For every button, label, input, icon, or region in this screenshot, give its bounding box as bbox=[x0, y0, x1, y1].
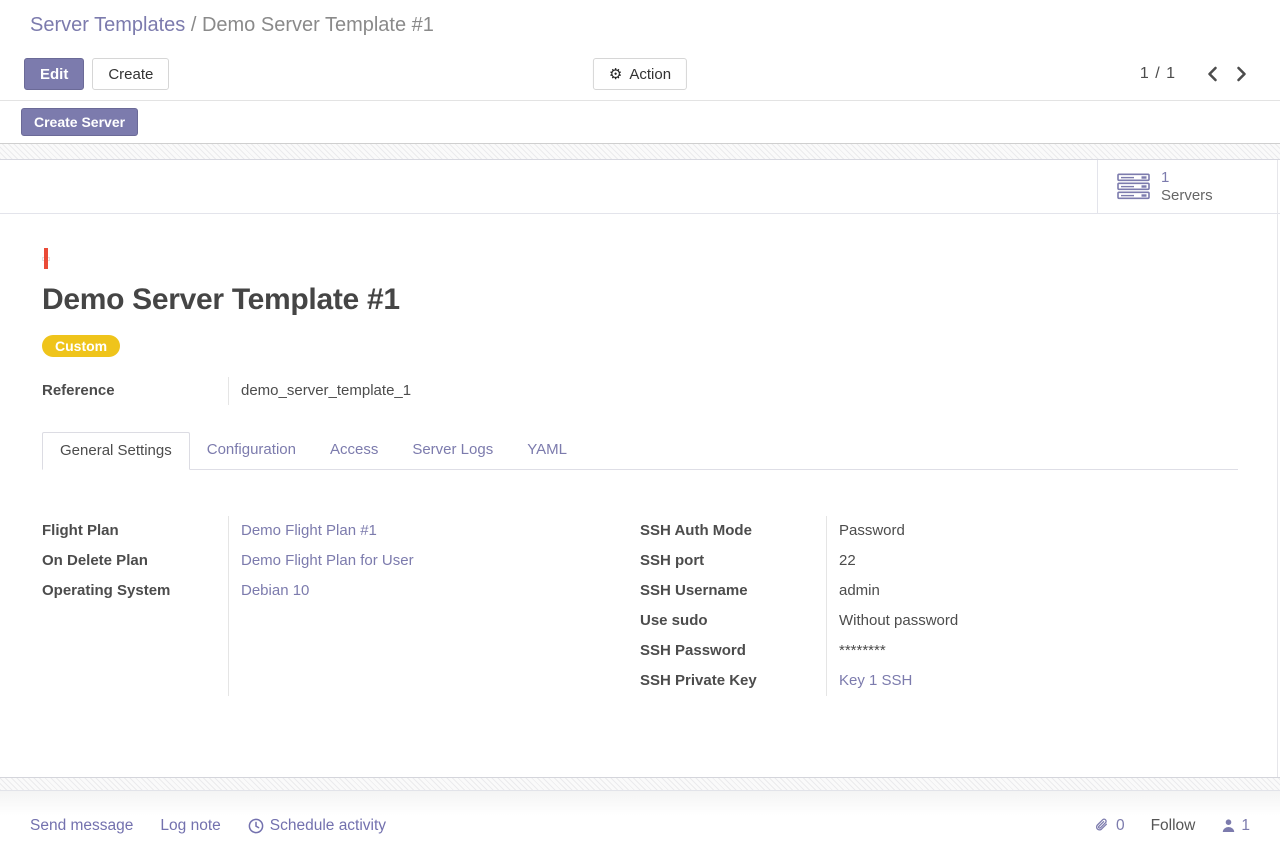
follow-button[interactable]: Follow bbox=[1151, 817, 1196, 835]
form-sheet: 1 Servers Demo Server Template #1 Custom… bbox=[0, 160, 1280, 777]
sheet-right-edge-line bbox=[1277, 160, 1278, 777]
person-icon bbox=[1221, 818, 1236, 833]
action-button-label: Action bbox=[629, 66, 671, 83]
field-groups: Flight Plan On Delete Plan Operating Sys… bbox=[42, 516, 1238, 696]
ssh-port-label: SSH port bbox=[640, 546, 826, 576]
status-badge: Custom bbox=[42, 335, 120, 357]
operating-system-value-link[interactable]: Debian 10 bbox=[241, 582, 309, 599]
ssh-auth-mode-label: SSH Auth Mode bbox=[640, 516, 826, 546]
chevron-left-icon bbox=[1207, 66, 1218, 82]
server-stack-icon bbox=[1117, 173, 1151, 200]
servers-stat-button[interactable]: 1 Servers bbox=[1097, 160, 1280, 213]
notebook-tabs: General Settings Configuration Access Se… bbox=[42, 432, 1238, 470]
ssh-password-label: SSH Password bbox=[640, 636, 826, 666]
reference-field-row: Reference demo_server_template_1 bbox=[42, 377, 1238, 405]
ssh-auth-mode-value: Password bbox=[839, 522, 905, 539]
sheet-top-texture bbox=[0, 144, 1280, 160]
field-group-right: SSH Auth Mode SSH port SSH Username Use … bbox=[640, 516, 1238, 696]
record-image[interactable] bbox=[42, 257, 50, 261]
action-button[interactable]: ⚙ Action bbox=[593, 58, 687, 90]
pager-previous-button[interactable] bbox=[1198, 62, 1227, 86]
flight-plan-label: Flight Plan bbox=[42, 516, 228, 546]
stat-button-box: 1 Servers bbox=[0, 160, 1280, 214]
tab-server-logs[interactable]: Server Logs bbox=[395, 432, 510, 470]
chatter-bar: Send message Log note Schedule activity … bbox=[0, 791, 1280, 846]
use-sudo-value: Without password bbox=[839, 612, 958, 629]
tab-general-settings[interactable]: General Settings bbox=[42, 432, 190, 470]
page-title: Demo Server Template #1 bbox=[42, 283, 1238, 317]
ssh-username-label: SSH Username bbox=[640, 576, 826, 606]
reference-field-label: Reference bbox=[42, 377, 228, 405]
create-button[interactable]: Create bbox=[92, 58, 169, 90]
schedule-activity-label: Schedule activity bbox=[270, 817, 386, 835]
breadcrumb: Server Templates / Demo Server Template … bbox=[0, 0, 1280, 48]
on-delete-plan-value-link[interactable]: Demo Flight Plan for User bbox=[241, 552, 414, 569]
field-group-left: Flight Plan On Delete Plan Operating Sys… bbox=[42, 516, 640, 696]
pager-value: 1 / 1 bbox=[1140, 65, 1176, 83]
followers-count: 1 bbox=[1241, 817, 1250, 835]
servers-stat-label: Servers bbox=[1161, 187, 1213, 204]
control-panel: Server Templates / Demo Server Template … bbox=[0, 0, 1280, 101]
breadcrumb-parent-link[interactable]: Server Templates bbox=[30, 14, 185, 36]
paperclip-icon bbox=[1094, 817, 1111, 834]
ssh-private-key-label: SSH Private Key bbox=[640, 666, 826, 696]
use-sudo-label: Use sudo bbox=[640, 606, 826, 636]
statusbar: Create Server bbox=[0, 101, 1280, 144]
schedule-activity-button[interactable]: Schedule activity bbox=[248, 817, 386, 835]
reference-field-value: demo_server_template_1 bbox=[228, 377, 411, 405]
breadcrumb-separator: / bbox=[191, 14, 202, 36]
tab-configuration[interactable]: Configuration bbox=[190, 432, 313, 470]
ssh-password-value: ******** bbox=[839, 642, 886, 659]
breadcrumb-current: Demo Server Template #1 bbox=[202, 14, 434, 36]
control-panel-buttons: Edit Create ⚙ Action 1 / 1 bbox=[0, 48, 1280, 100]
chevron-right-icon bbox=[1236, 66, 1247, 82]
flight-plan-value-link[interactable]: Demo Flight Plan #1 bbox=[241, 522, 377, 539]
ssh-username-value: admin bbox=[839, 582, 880, 599]
send-message-button[interactable]: Send message bbox=[30, 817, 133, 835]
log-note-button[interactable]: Log note bbox=[160, 817, 220, 835]
record-image-thumbnail bbox=[44, 248, 48, 269]
gear-icon: ⚙ bbox=[609, 65, 622, 83]
sheet-body: Demo Server Template #1 Custom Reference… bbox=[0, 214, 1280, 696]
pager-next-button[interactable] bbox=[1227, 62, 1256, 86]
pager: 1 / 1 bbox=[1140, 62, 1256, 86]
clock-icon bbox=[248, 818, 264, 834]
followers-button[interactable]: 1 bbox=[1221, 817, 1250, 835]
on-delete-plan-label: On Delete Plan bbox=[42, 546, 228, 576]
create-server-button[interactable]: Create Server bbox=[21, 108, 138, 136]
operating-system-label: Operating System bbox=[42, 576, 228, 606]
servers-stat-value: 1 bbox=[1161, 169, 1169, 186]
attachments-count: 0 bbox=[1116, 817, 1125, 835]
tab-yaml[interactable]: YAML bbox=[510, 432, 584, 470]
ssh-port-value: 22 bbox=[839, 552, 856, 569]
edit-button[interactable]: Edit bbox=[24, 58, 84, 90]
tab-access[interactable]: Access bbox=[313, 432, 395, 470]
sheet-bottom-texture bbox=[0, 777, 1280, 791]
ssh-private-key-value-link[interactable]: Key 1 SSH bbox=[839, 672, 912, 689]
attachments-button[interactable]: 0 bbox=[1094, 817, 1125, 835]
